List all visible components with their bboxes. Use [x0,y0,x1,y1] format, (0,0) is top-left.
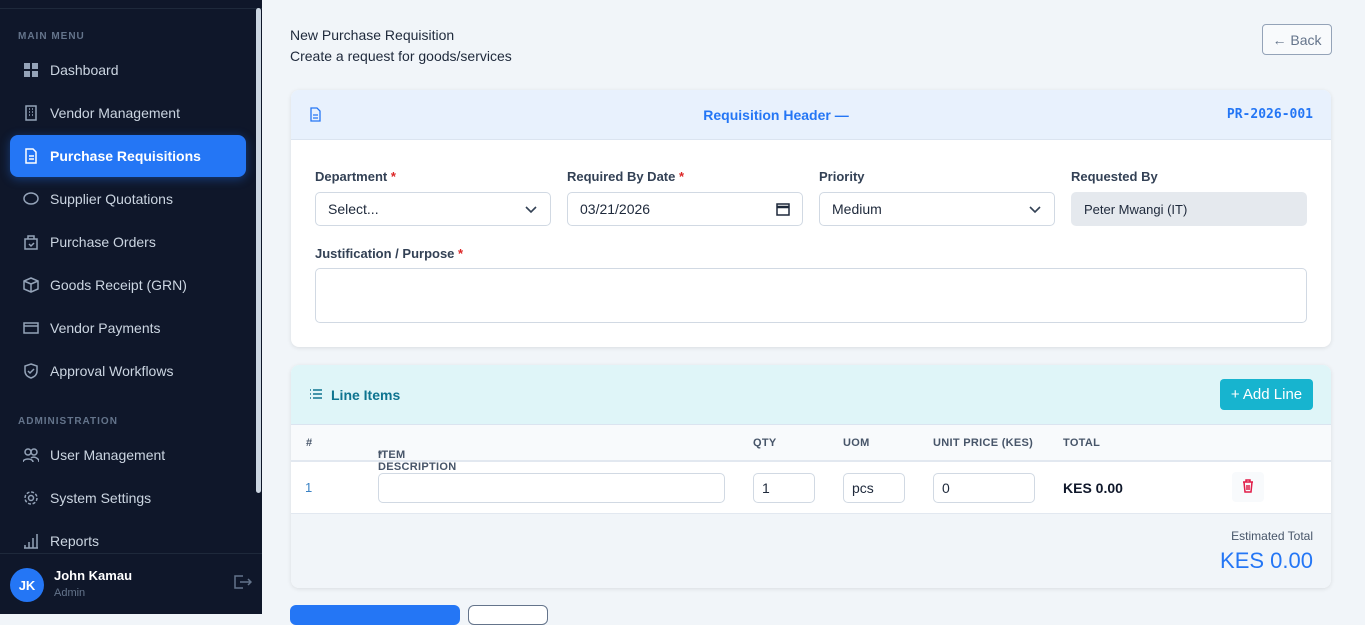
row-total: KES 0.00 [1063,480,1123,496]
card-title: Requisition Header — [703,107,849,123]
dashboard-icon [22,61,40,79]
users-icon [22,446,40,464]
sidebar-item-label: Vendor Management [50,105,180,121]
col-number: # [306,437,313,449]
logout-icon[interactable] [234,574,253,593]
item-description-input[interactable] [378,473,725,503]
sidebar-item-approval-workflows[interactable]: Approval Workflows [10,350,246,392]
line-items-title: Line Items [331,387,401,403]
col-uom: UOM [843,437,870,449]
priority-select[interactable]: Medium [819,192,1055,226]
sidebar: MAIN MENU Dashboard Vendor Management Pu… [0,0,262,614]
add-line-button[interactable]: + Add Line [1220,379,1313,410]
sidebar-item-goods-receipt[interactable]: Goods Receipt (GRN) [10,264,246,306]
sidebar-item-supplier-quotations[interactable]: Supplier Quotations [10,178,246,220]
department-label: Department * [315,169,396,184]
user-profile: JK John Kamau Admin [0,553,262,614]
row-number: 1 [305,480,313,495]
sidebar-item-system-settings[interactable]: System Settings [10,477,246,519]
shield-check-icon [22,362,40,380]
cancel-button[interactable] [468,605,548,625]
estimated-total-label: Estimated Total [1231,529,1313,543]
chevron-down-icon [1028,202,1042,219]
sidebar-item-purchase-orders[interactable]: Purchase Orders [10,221,246,263]
sidebar-item-label: System Settings [50,490,152,506]
sidebar-item-label: Reports [50,533,100,549]
uom-input[interactable]: pcs [843,473,905,503]
table-row: 1 1 pcs 0 KES 0.00 [291,462,1331,514]
requisition-header-card: Requisition Header — PR-2026-001 Departm… [291,90,1331,347]
back-button[interactable]: ← Back [1262,24,1332,55]
qty-input[interactable]: 1 [753,473,815,503]
submit-button[interactable] [290,605,460,625]
page-title: New Purchase Requisition [290,27,455,43]
section-administration: ADMINISTRATION [18,416,118,427]
justification-textarea[interactable] [315,268,1307,323]
page-subtitle: Create a request for goods/services [290,48,512,64]
calendar-icon[interactable] [776,202,790,219]
chevron-down-icon [524,202,538,219]
estimated-total-value: KES 0.00 [1220,548,1313,573]
sidebar-item-dashboard[interactable]: Dashboard [10,49,246,91]
table-header: # ITEM DESCRIPTION * QTY UOM UNIT PRICE … [291,425,1331,473]
col-qty: QTY [753,437,777,449]
sidebar-item-label: Approval Workflows [50,363,174,379]
avatar: JK [10,568,44,602]
sidebar-item-vendor-payments[interactable]: Vendor Payments [10,307,246,349]
building-icon [22,104,40,122]
sidebar-item-label: Purchase Requisitions [50,148,201,164]
bag-check-icon [22,233,40,251]
credit-card-icon [22,319,40,337]
trash-icon [1242,478,1254,496]
document-icon [22,147,40,165]
requested-by-label: Requested By [1071,169,1158,184]
delete-row-button[interactable] [1232,472,1264,502]
gear-icon [22,489,40,507]
department-select[interactable]: Select... [315,192,551,226]
col-unit-price: UNIT PRICE (KES) [933,437,1034,449]
line-items-card: Line Items + Add Line # ITEM DESCRIPTION… [291,365,1331,588]
sidebar-item-label: Supplier Quotations [50,191,173,207]
unit-price-input[interactable]: 0 [933,473,1035,503]
box-icon [22,276,40,294]
sidebar-item-label: Goods Receipt (GRN) [50,277,187,293]
priority-label: Priority [819,169,865,184]
quote-icon [22,190,40,208]
sidebar-scrollbar[interactable] [256,8,261,493]
section-main-menu: MAIN MENU [18,31,85,42]
sidebar-item-label: Purchase Orders [50,234,156,250]
sidebar-item-label: Vendor Payments [50,320,161,336]
sidebar-item-label: Dashboard [50,62,119,78]
user-role: Admin [54,587,86,599]
required-date-input[interactable]: 03/21/2026 [567,192,803,226]
sidebar-item-vendor-management[interactable]: Vendor Management [10,92,246,134]
user-name: John Kamau [54,568,133,583]
col-total: TOTAL [1063,437,1101,449]
sidebar-item-purchase-requisitions[interactable]: Purchase Requisitions [10,135,246,177]
sidebar-item-label: User Management [50,447,166,463]
justification-label: Justification / Purpose * [315,246,464,261]
sidebar-item-user-management[interactable]: User Management [10,434,246,476]
list-icon [309,387,323,404]
bar-chart-icon [22,532,40,550]
required-date-label: Required By Date * [567,169,685,184]
estimated-total-section: Estimated Total KES 0.00 [291,514,1331,588]
requested-by-field: Peter Mwangi (IT) [1071,192,1307,226]
requisition-number: PR-2026-001 [1226,107,1313,122]
